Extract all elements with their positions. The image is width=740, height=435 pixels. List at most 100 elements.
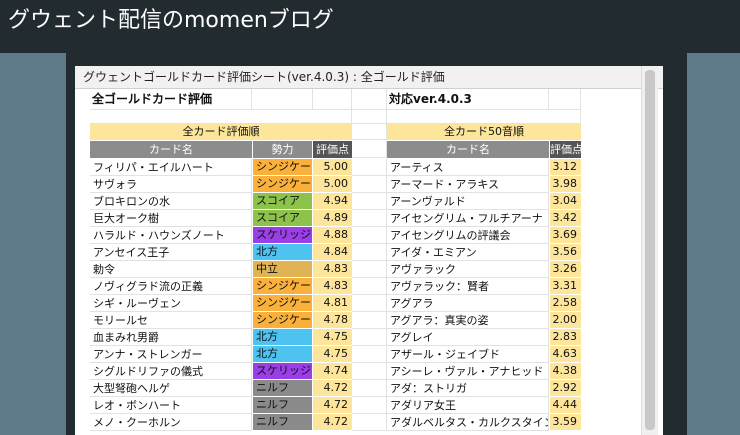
score-cell[interactable]: 4.44: [550, 397, 581, 413]
left-heading: 全ゴールドカード評価: [90, 89, 252, 110]
score-cell[interactable]: 4.72: [313, 397, 352, 413]
card-name-cell[interactable]: モリールセ: [90, 312, 252, 329]
score-cell[interactable]: 4.74: [313, 363, 352, 379]
score-cell[interactable]: 3.12: [550, 159, 581, 175]
scrollbar-thumb[interactable]: [645, 70, 655, 430]
card-name-cell[interactable]: アンナ・ストレンガー: [90, 346, 252, 363]
site-title[interactable]: グウェント配信のmomenブログ: [8, 6, 334, 36]
score-cell[interactable]: 4.75: [313, 346, 352, 362]
card-name-cell[interactable]: アイダ・エミアン: [387, 244, 549, 261]
score-cell[interactable]: 4.83: [313, 278, 352, 294]
empty-cell: [313, 89, 352, 110]
card-name-cell[interactable]: アイセングリムの評議会: [387, 227, 549, 244]
faction-cell[interactable]: シンジケート: [253, 159, 312, 175]
card-name-cell[interactable]: アーティス: [387, 159, 549, 176]
card-name-cell[interactable]: アヴァラック：賢者: [387, 278, 549, 295]
card-name-cell[interactable]: 勅令: [90, 261, 252, 278]
score-cell[interactable]: 3.56: [550, 244, 581, 260]
card-name-cell[interactable]: アグアラ：真実の姿: [387, 312, 549, 329]
faction-cell[interactable]: シンジケート: [253, 278, 312, 294]
faction-cell[interactable]: 北方: [253, 346, 312, 362]
score-cell[interactable]: 3.98: [550, 176, 581, 192]
faction-cell[interactable]: シンジケート: [253, 176, 312, 192]
faction-cell[interactable]: 中立: [253, 261, 312, 277]
faction-cell[interactable]: シンジケート: [253, 295, 312, 311]
card-name-cell[interactable]: 血まみれ男爵: [90, 329, 252, 346]
card-name-cell[interactable]: ノヴィグラド流の正義: [90, 278, 252, 295]
faction-cell[interactable]: ニルフ: [253, 397, 312, 413]
score-cell[interactable]: 4.75: [313, 329, 352, 345]
card-name-cell[interactable]: シギ・ルーヴェン: [90, 295, 252, 312]
score-cell[interactable]: 4.38: [550, 363, 581, 379]
score-cell[interactable]: 3.69: [550, 227, 581, 243]
empty-cell: [352, 159, 387, 176]
card-name-cell[interactable]: フィリパ・エイルハート: [90, 159, 252, 176]
card-name-cell[interactable]: ハラルド・ハウンズノート: [90, 227, 252, 244]
score-cell[interactable]: 4.63: [550, 346, 581, 362]
card-name-cell[interactable]: 巨大オーク樹: [90, 210, 252, 227]
score-cell[interactable]: 2.58: [550, 295, 581, 311]
empty-cell: [352, 89, 387, 110]
score-cell[interactable]: 2.00: [550, 312, 581, 328]
score-cell[interactable]: 4.89: [313, 210, 352, 226]
card-name-cell[interactable]: アヴァラック: [387, 261, 549, 278]
faction-cell[interactable]: スコイア: [253, 210, 312, 226]
score-cell[interactable]: 4.94: [313, 193, 352, 209]
card-name-cell[interactable]: アグアラ: [387, 295, 549, 312]
card-name-cell[interactable]: アイセングリム・フルチアーナ: [387, 210, 549, 227]
card-name-cell[interactable]: アシーレ・ヴァル・アナヒッド: [387, 363, 549, 380]
card-name-cell[interactable]: サヴォラ: [90, 176, 252, 193]
faction-cell[interactable]: シンジケート: [253, 312, 312, 328]
score-cell[interactable]: 3.59: [550, 414, 581, 430]
card-name-cell[interactable]: アダルベルタス・カルクスタイン: [387, 414, 549, 431]
faction-cell[interactable]: スケリッジ: [253, 227, 312, 243]
card-name-cell[interactable]: アーンヴァルド: [387, 193, 549, 210]
score-cell[interactable]: 3.04: [550, 193, 581, 209]
card-name-cell[interactable]: アダリア女王: [387, 397, 549, 414]
empty-cell: [352, 346, 387, 363]
left-header-score[interactable]: 評価点: [313, 141, 352, 158]
faction-cell[interactable]: 北方: [253, 244, 312, 260]
empty-cell: [352, 278, 387, 295]
card-name-cell[interactable]: アンセイス王子: [90, 244, 252, 261]
card-name-cell[interactable]: シグルドリファの儀式: [90, 363, 252, 380]
card-name-cell[interactable]: アダ：ストリガ: [387, 380, 549, 397]
empty-cell: [352, 329, 387, 346]
score-cell[interactable]: 4.81: [313, 295, 352, 311]
score-cell[interactable]: 2.92: [550, 380, 581, 396]
score-cell[interactable]: 5.00: [313, 176, 352, 192]
score-cell[interactable]: 4.88: [313, 227, 352, 243]
card-name-cell[interactable]: アザール・ジェイブド: [387, 346, 549, 363]
card-name-cell[interactable]: アーマード・アラキス: [387, 176, 549, 193]
score-cell[interactable]: 4.84: [313, 244, 352, 260]
score-cell[interactable]: 4.78: [313, 312, 352, 328]
right-header-score[interactable]: 評価点: [550, 141, 581, 158]
score-cell[interactable]: 5.00: [313, 159, 352, 175]
faction-cell[interactable]: スケリッジ: [253, 363, 312, 379]
score-cell[interactable]: 3.26: [550, 261, 581, 277]
score-cell[interactable]: 4.72: [313, 414, 352, 430]
faction-cell[interactable]: 北方: [253, 329, 312, 345]
score-cell[interactable]: 4.72: [313, 380, 352, 396]
faction-cell[interactable]: ニルフ: [253, 414, 312, 430]
right-header-name[interactable]: カード名: [387, 141, 549, 158]
score-cell[interactable]: 3.42: [550, 210, 581, 226]
card-name-cell[interactable]: メノ・クーホルン: [90, 414, 252, 431]
card-name-cell[interactable]: アグレイ: [387, 329, 549, 346]
embedded-spreadsheet-frame: グウェントゴールドカード評価シート(ver.4.0.3) : 全ゴールド評価 全…: [66, 53, 687, 435]
left-header-name[interactable]: カード名: [90, 141, 252, 158]
empty-cell: [352, 124, 387, 140]
spreadsheet[interactable]: グウェントゴールドカード評価シート(ver.4.0.3) : 全ゴールド評価 全…: [75, 66, 663, 435]
card-name-cell[interactable]: 大型弩砲ヘルゲ: [90, 380, 252, 397]
score-cell[interactable]: 2.83: [550, 329, 581, 345]
empty-cell: [352, 380, 387, 397]
card-name-cell[interactable]: ブロキロンの水: [90, 193, 252, 210]
left-header-faction[interactable]: 勢力: [253, 141, 312, 158]
score-cell[interactable]: 4.83: [313, 261, 352, 277]
vertical-scrollbar[interactable]: [641, 66, 658, 435]
score-cell[interactable]: 3.31: [550, 278, 581, 294]
faction-cell[interactable]: スコイア: [253, 193, 312, 209]
faction-cell[interactable]: ニルフ: [253, 380, 312, 396]
left-band: 全カード評価順: [90, 124, 352, 140]
card-name-cell[interactable]: レオ・ボンハート: [90, 397, 252, 414]
